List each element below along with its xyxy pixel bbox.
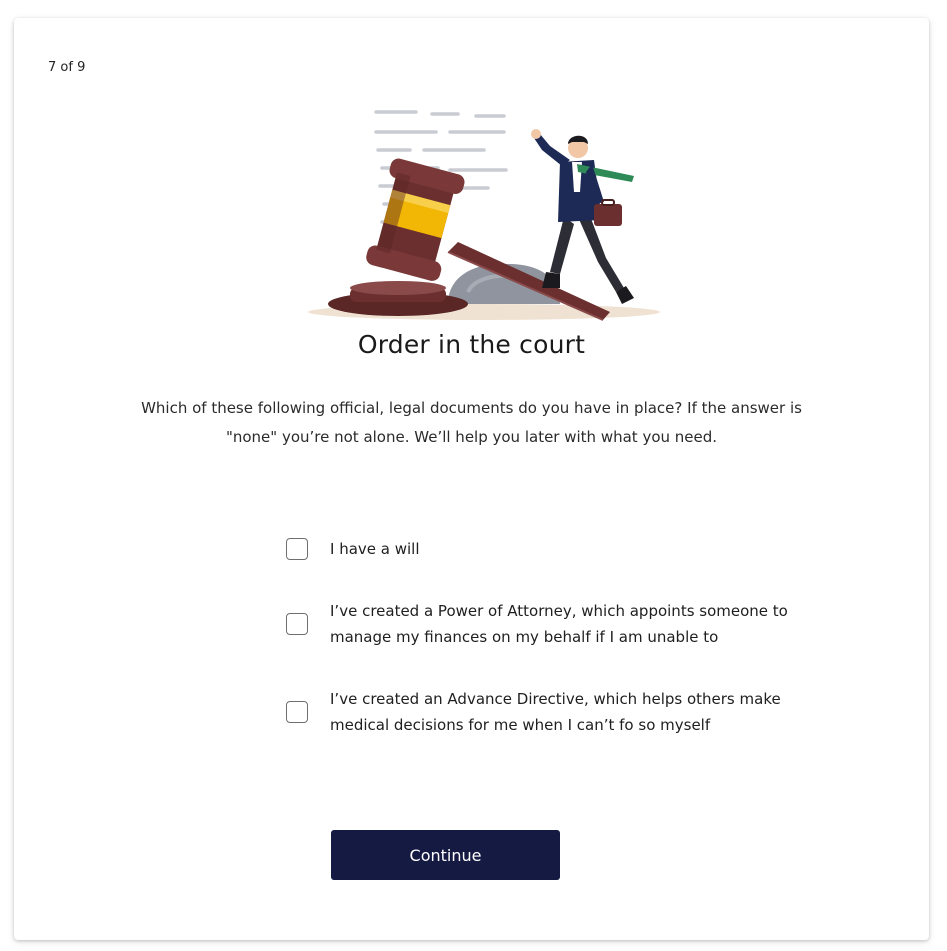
option-power-of-attorney[interactable]: I’ve created a Power of Attorney, which …: [286, 598, 816, 650]
option-label: I’ve created a Power of Attorney, which …: [330, 602, 788, 646]
businessman-figure: [531, 129, 634, 304]
option-will[interactable]: I have a will: [286, 536, 816, 562]
page-title: Order in the court: [357, 330, 586, 359]
continue-button[interactable]: Continue: [331, 830, 560, 880]
will-checkbox[interactable]: [286, 538, 308, 560]
question-description: Which of these following official, legal…: [141, 399, 802, 446]
questionnaire-card: 7 of 9 Order in the court Which of these…: [14, 18, 929, 940]
option-label: I have a will: [330, 540, 420, 558]
gavel-and-businessman-illustration: [308, 110, 660, 321]
power-of-attorney-checkbox[interactable]: [286, 613, 308, 635]
option-label: I’ve created an Advance Directive, which…: [330, 690, 781, 734]
step-counter: 7 of 9: [48, 60, 86, 75]
option-advance-directive[interactable]: I’ve created an Advance Directive, which…: [286, 686, 816, 738]
advance-directive-checkbox[interactable]: [286, 701, 308, 723]
